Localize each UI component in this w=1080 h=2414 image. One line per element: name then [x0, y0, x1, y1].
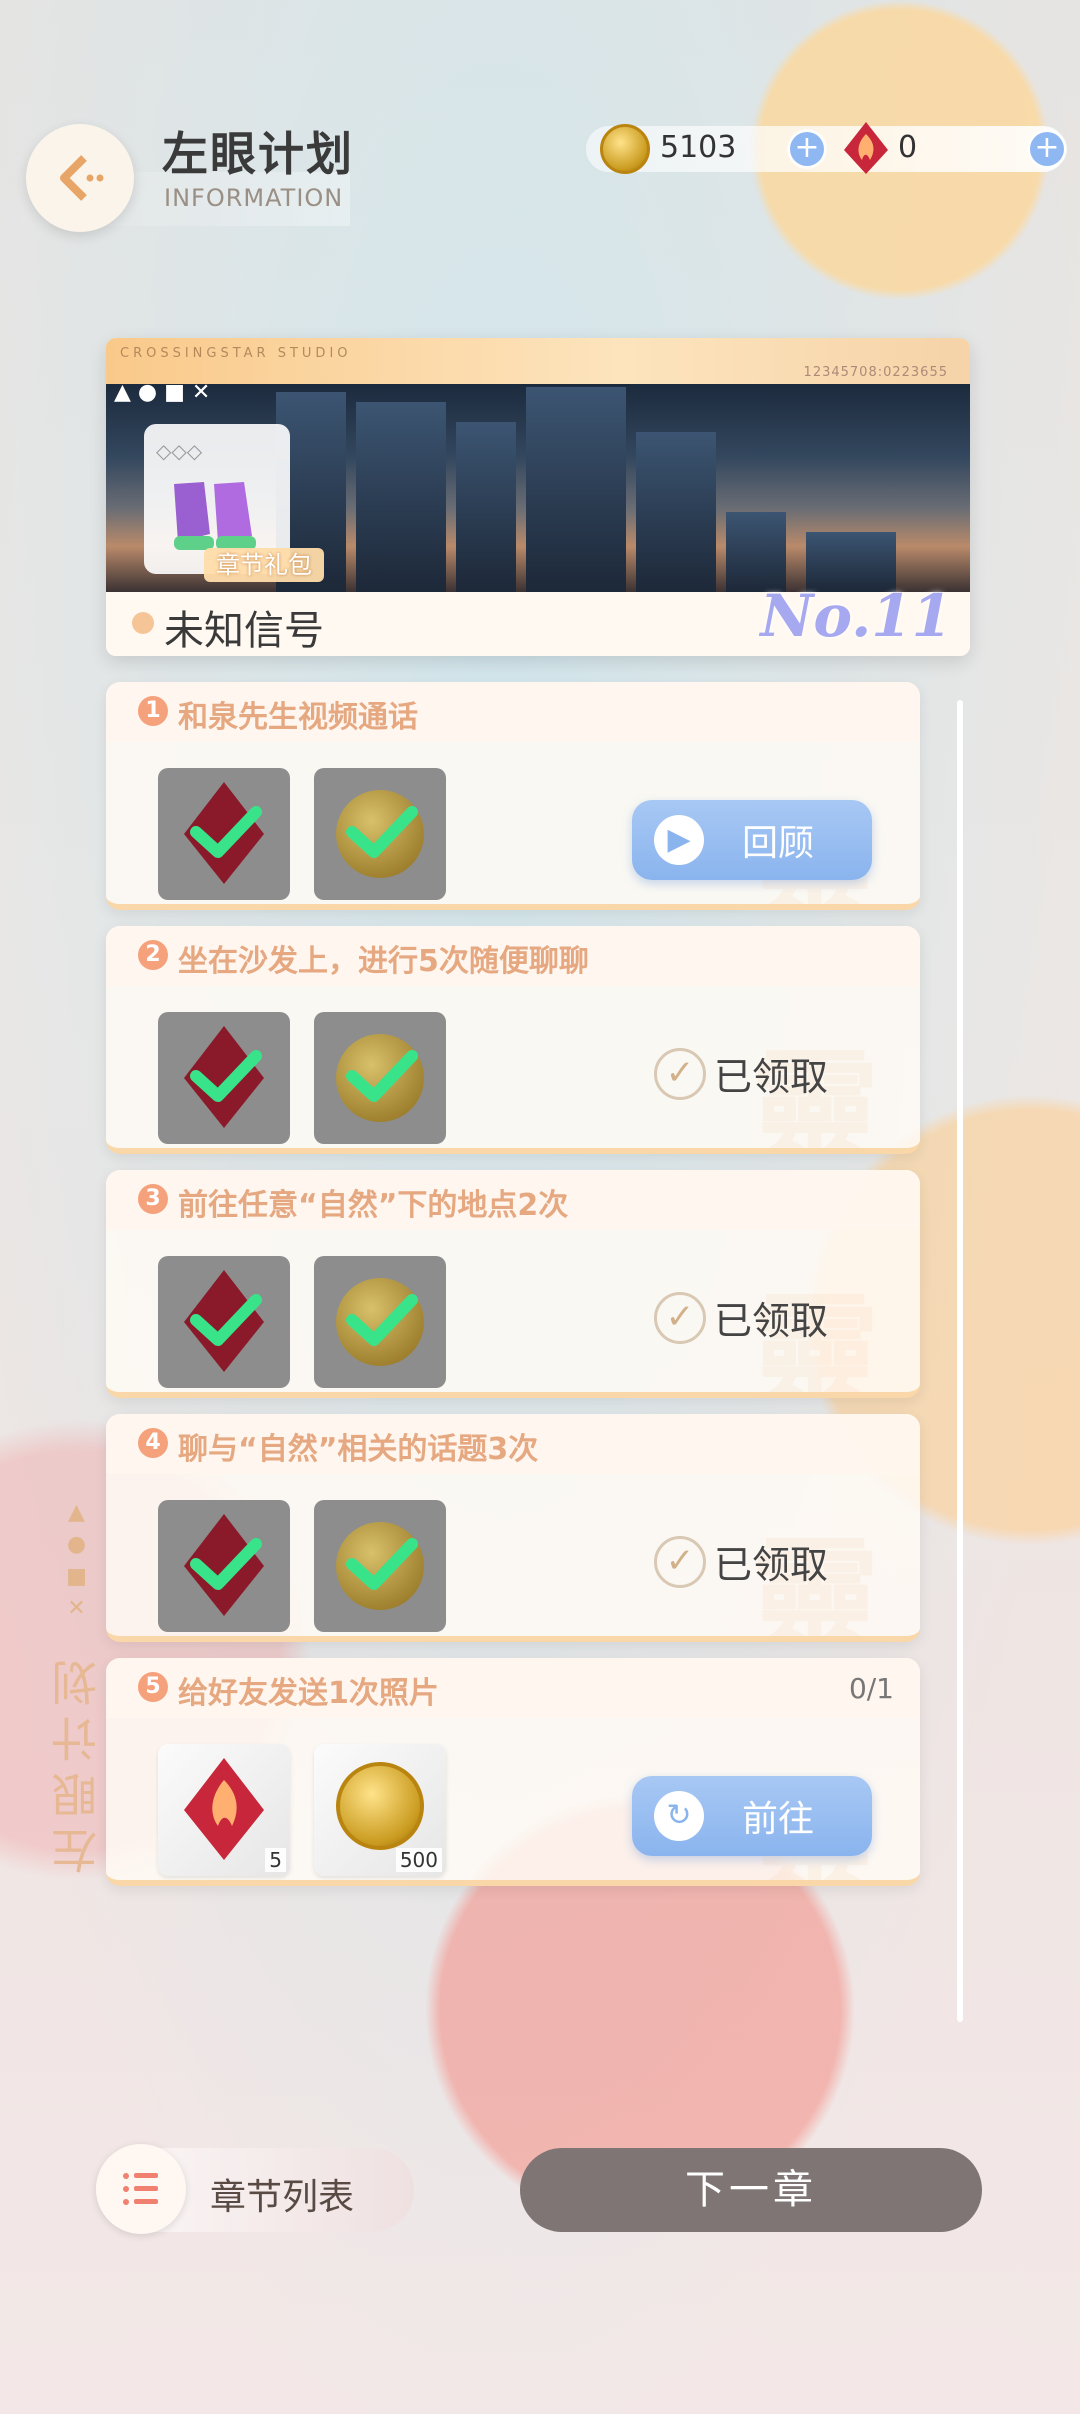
scrollbar[interactable] — [957, 700, 963, 2022]
check-icon — [190, 806, 262, 858]
gem-icon — [184, 1758, 264, 1860]
chapter-banner: CROSSINGSTAR STUDIO 12345708:0223655 ▲ ●… — [106, 338, 970, 656]
task-description: 给好友发送1次照片 — [178, 1676, 439, 1711]
reward-gem[interactable] — [158, 768, 290, 900]
svg-text:◇◇◇: ◇◇◇ — [156, 439, 203, 463]
check-icon — [346, 1294, 418, 1346]
reward-gem[interactable] — [158, 1012, 290, 1144]
task-number: 1 — [138, 696, 168, 726]
page-subtitle: INFORMATION — [164, 184, 344, 212]
coin-icon — [600, 124, 650, 174]
claimed-check-icon: ✓ — [654, 1047, 706, 1100]
chapter-name: 未知信号 — [164, 608, 324, 654]
goto-button-label: 前往 — [742, 1799, 815, 1840]
reward-coin[interactable]: 500 — [314, 1744, 446, 1876]
chapter-list-label: 章节列表 — [210, 2177, 355, 2218]
task-number: 2 — [138, 940, 168, 970]
reward-coin[interactable] — [314, 768, 446, 900]
check-icon — [190, 1538, 262, 1590]
check-icon — [346, 806, 418, 858]
task-description: 坐在沙发上，进行5次随便聊聊 — [178, 944, 589, 979]
list-icon — [96, 2144, 186, 2234]
claimed-check-icon: ✓ — [654, 1291, 706, 1344]
task-number: 5 — [138, 1672, 168, 1702]
serial-label: 12345708:0223655 — [803, 365, 948, 380]
reward-coin[interactable] — [314, 1256, 446, 1388]
goto-button[interactable]: ↻ 前往 — [632, 1776, 872, 1856]
add-gems-button[interactable]: + — [1030, 132, 1064, 166]
studio-label: CROSSINGSTAR STUDIO — [120, 346, 352, 361]
reward-gem[interactable] — [158, 1500, 290, 1632]
gem-icon — [844, 122, 888, 174]
claimed-label: 已领取 — [714, 1543, 829, 1587]
claimed-status: ✓ 已领取 — [654, 1290, 828, 1345]
task-number: 4 — [138, 1428, 168, 1458]
chapter-number: No.11 — [760, 582, 952, 650]
claimed-status: ✓ 已领取 — [654, 1534, 828, 1589]
claimed-status: ✓ 已领取 — [654, 1046, 828, 1101]
add-coins-button[interactable]: + — [790, 132, 824, 166]
task-description: 前往任意“自然”下的地点2次 — [178, 1188, 569, 1223]
reward-gem-count: 5 — [265, 1848, 286, 1872]
play-icon: ▶ — [654, 815, 704, 865]
back-arrow-icon — [60, 155, 104, 201]
next-chapter-button[interactable]: 下一章 — [520, 2148, 982, 2232]
task-number: 3 — [138, 1184, 168, 1214]
reward-gem[interactable]: 5 — [158, 1744, 290, 1876]
reward-gem[interactable] — [158, 1256, 290, 1388]
task-card-5: 靈 5 给好友发送1次照片 0/1 5 500 ↻ 前往 — [106, 1658, 920, 1886]
reward-coin-count: 500 — [395, 1848, 442, 1872]
reward-coin[interactable] — [314, 1500, 446, 1632]
check-icon — [190, 1050, 262, 1102]
currency-bar: 5103 + 0 + — [586, 122, 1066, 174]
claimed-label: 已领取 — [714, 1299, 829, 1343]
task-card-2: 靈 2 坐在沙发上，进行5次随便聊聊 ✓ 已领取 — [106, 926, 920, 1154]
check-icon — [346, 1050, 418, 1102]
side-decoration-icons: ▲ ● ■ ✕ — [64, 1500, 89, 1621]
gift-pack-label: 章节礼包 — [204, 548, 324, 582]
task-card-3: 靈 3 前往任意“自然”下的地点2次 ✓ 已领取 — [106, 1170, 920, 1398]
task-description: 聊与“自然”相关的话题3次 — [178, 1432, 539, 1467]
review-button[interactable]: ▶ 回顾 — [632, 800, 872, 880]
check-icon — [190, 1294, 262, 1346]
coin-icon — [336, 1762, 424, 1850]
chapter-list-button[interactable]: 章节列表 — [96, 2144, 414, 2234]
reward-coin[interactable] — [314, 1012, 446, 1144]
page-title: 左眼计划 — [162, 127, 354, 181]
check-icon — [346, 1538, 418, 1590]
review-button-label: 回顾 — [742, 823, 815, 864]
back-button[interactable] — [26, 124, 134, 232]
claimed-check-icon: ✓ — [654, 1535, 706, 1588]
task-card-1: 靈 1 和泉先生视频通话 ▶ 回顾 — [106, 682, 920, 910]
task-description: 和泉先生视频通话 — [178, 700, 418, 735]
gem-count: 0 — [898, 130, 918, 165]
goto-arrow-icon: ↻ — [654, 1791, 704, 1841]
task-progress: 0/1 — [848, 1672, 894, 1705]
side-title: 左眼计划 — [50, 1650, 104, 1874]
task-card-4: 靈 4 聊与“自然”相关的话题3次 ✓ 已领取 — [106, 1414, 920, 1642]
coin-count: 5103 — [660, 130, 737, 165]
chapter-dot-icon — [132, 612, 154, 634]
claimed-label: 已领取 — [714, 1055, 829, 1099]
